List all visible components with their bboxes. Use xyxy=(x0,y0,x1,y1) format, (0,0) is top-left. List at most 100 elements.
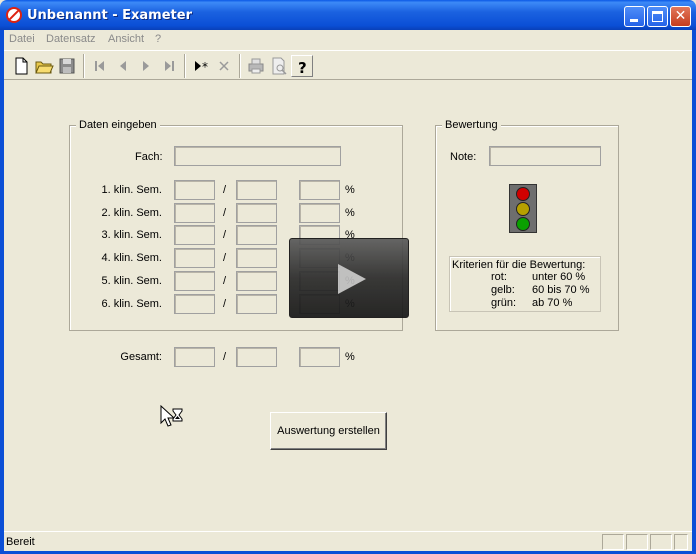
toolbar: * ? xyxy=(4,50,692,80)
sem-4-max-input[interactable] xyxy=(236,248,277,268)
gesamt-percent-field xyxy=(299,347,340,367)
minimize-icon xyxy=(630,19,638,22)
sem-1-percent-sign: % xyxy=(345,184,355,196)
next-record-icon xyxy=(143,61,149,71)
maximize-icon xyxy=(652,11,663,22)
resize-grip[interactable] xyxy=(674,534,688,550)
help-icon: ? xyxy=(298,59,307,77)
sem-3-label: 3. klin. Sem. xyxy=(101,229,162,241)
traffic-light xyxy=(509,184,537,233)
sem-1-points-input[interactable] xyxy=(174,180,215,200)
new-record-button[interactable]: * xyxy=(190,55,212,77)
window-frame-right xyxy=(692,30,696,554)
gesamt-label: Gesamt: xyxy=(120,351,162,363)
note-label: Note: xyxy=(450,151,477,163)
next-record-button[interactable] xyxy=(135,55,157,77)
criteria-yellow-label: gelb: xyxy=(491,284,515,296)
gesamt-max-field xyxy=(236,347,277,367)
sem-4-points-input[interactable] xyxy=(174,248,215,268)
last-record-button[interactable] xyxy=(158,55,180,77)
sem-5-max-input[interactable] xyxy=(236,271,277,291)
open-folder-icon xyxy=(35,61,54,74)
new-record-icon: * xyxy=(195,60,208,74)
title-bar[interactable]: Unbenannt - Exameter ✕ xyxy=(0,0,696,30)
save-icon xyxy=(59,58,75,74)
status-pane xyxy=(626,534,648,550)
sem-6-max-input[interactable] xyxy=(236,294,277,314)
toolbar-separator xyxy=(83,54,85,78)
sem-6-label: 6. klin. Sem. xyxy=(101,298,162,310)
sem-2-percent-sign: % xyxy=(345,207,355,219)
window-title: Unbenannt - Exameter xyxy=(27,8,192,23)
sem-2-label: 2. klin. Sem. xyxy=(101,207,162,219)
criteria-title: Kriterien für die Bewertung: xyxy=(452,259,586,271)
sem-3-max-input[interactable] xyxy=(236,225,277,245)
sem-3-slash: / xyxy=(223,229,227,241)
criteria-red-label: rot: xyxy=(491,271,507,283)
fach-label: Fach: xyxy=(135,151,163,163)
app-icon[interactable] xyxy=(6,7,22,23)
daten-eingeben-label: Daten eingeben xyxy=(76,119,160,131)
criteria-box: Kriterien für die Bewertung: rot: unter … xyxy=(449,256,601,312)
menu-datei[interactable]: Datei xyxy=(9,33,35,45)
sem-6-points-input[interactable] xyxy=(174,294,215,314)
sem-3-points-input[interactable] xyxy=(174,225,215,245)
play-overlay-button[interactable] xyxy=(289,238,409,318)
close-icon: ✕ xyxy=(674,8,687,24)
help-button[interactable]: ? xyxy=(291,55,313,77)
traffic-light-yellow xyxy=(516,202,530,216)
delete-record-icon xyxy=(219,61,229,71)
sem-2-max-input[interactable] xyxy=(236,203,277,223)
svg-text:*: * xyxy=(202,60,208,74)
print-preview-icon xyxy=(272,57,287,75)
criteria-yellow-range: 60 bis 70 % xyxy=(532,284,590,296)
criteria-green-range: ab 70 % xyxy=(532,297,573,309)
criteria-green-label: grün: xyxy=(491,297,517,309)
sem-1-max-input[interactable] xyxy=(236,180,277,200)
delete-record-button[interactable] xyxy=(213,55,235,77)
print-preview-button[interactable] xyxy=(268,55,290,77)
sem-5-slash: / xyxy=(223,275,227,287)
open-button[interactable] xyxy=(33,55,55,77)
save-button[interactable] xyxy=(56,55,78,77)
maximize-button[interactable] xyxy=(647,6,668,27)
status-bar: Bereit xyxy=(4,531,692,551)
menu-ansicht[interactable]: Ansicht xyxy=(108,33,144,45)
sem-5-label: 5. klin. Sem. xyxy=(101,275,162,287)
previous-record-button[interactable] xyxy=(112,55,134,77)
auswertung-erstellen-button[interactable]: Auswertung erstellen xyxy=(270,412,387,450)
menu-help[interactable]: ? xyxy=(155,33,161,45)
gesamt-points-field xyxy=(174,347,215,367)
note-field xyxy=(489,146,601,166)
status-pane xyxy=(650,534,672,550)
previous-record-icon xyxy=(120,61,126,71)
new-document-button[interactable] xyxy=(10,55,32,77)
menu-datensatz[interactable]: Datensatz xyxy=(46,33,96,45)
sem-2-points-input[interactable] xyxy=(174,203,215,223)
svg-text:?: ? xyxy=(298,59,307,77)
last-record-icon xyxy=(165,61,174,71)
sem-1-slash: / xyxy=(223,184,227,196)
sem-1-label: 1. klin. Sem. xyxy=(101,184,162,196)
bewertung-label: Bewertung xyxy=(442,119,501,131)
toolbar-separator xyxy=(239,54,241,78)
sem-2-slash: / xyxy=(223,207,227,219)
gesamt-percent-sign: % xyxy=(345,351,355,363)
criteria-red-range: unter 60 % xyxy=(532,271,586,283)
sem-1-percent-field xyxy=(299,180,340,200)
sem-4-label: 4. klin. Sem. xyxy=(101,252,162,264)
sem-2-percent-field xyxy=(299,203,340,223)
first-record-icon xyxy=(95,61,104,71)
first-record-button[interactable] xyxy=(89,55,111,77)
print-button[interactable] xyxy=(245,55,267,77)
busy-cursor-icon xyxy=(160,405,183,427)
new-document-icon xyxy=(15,57,28,75)
close-button[interactable]: ✕ xyxy=(670,6,691,27)
sem-6-slash: / xyxy=(223,298,227,310)
menu-bar: Datei Datensatz Ansicht ? xyxy=(4,30,692,49)
sem-5-points-input[interactable] xyxy=(174,271,215,291)
fach-input[interactable] xyxy=(174,146,341,166)
status-text: Bereit xyxy=(6,536,35,548)
gesamt-slash: / xyxy=(223,351,227,363)
minimize-button[interactable] xyxy=(624,6,645,27)
